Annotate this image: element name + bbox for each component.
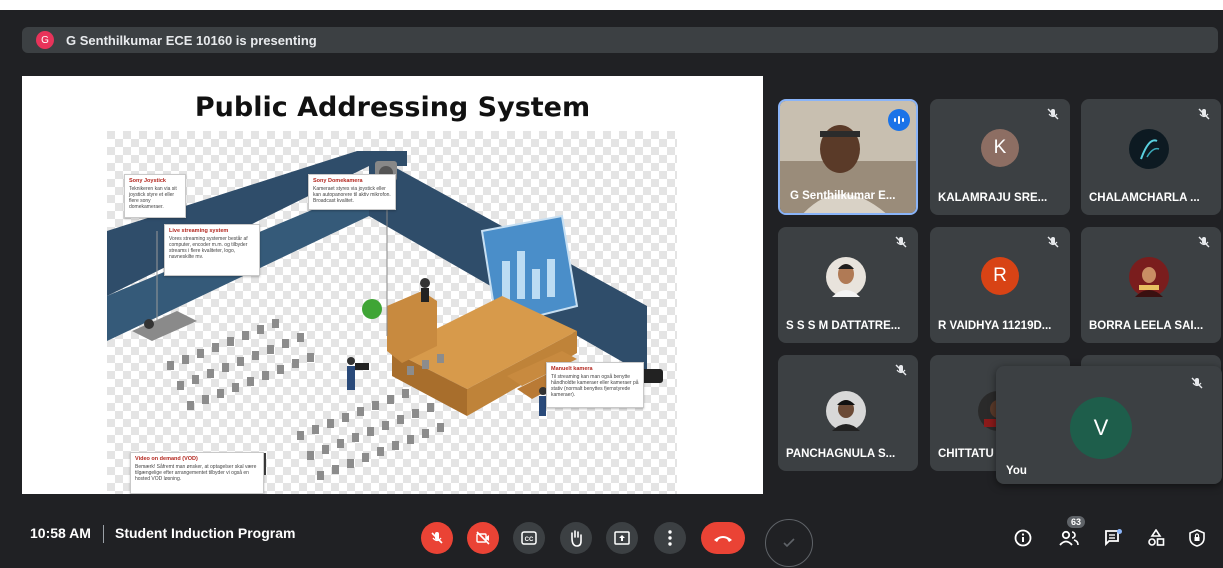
slide-title: Public Addressing System xyxy=(194,92,591,123)
participant-name: CHALAMCHARLA ... xyxy=(1089,192,1200,204)
mic-off-icon xyxy=(1198,108,1210,120)
participant-tile-dattatre[interactable]: S S S M DATTATRE... xyxy=(778,227,918,343)
mic-off-icon xyxy=(1047,108,1059,120)
reactions-button[interactable] xyxy=(765,519,813,567)
more-options-button[interactable] xyxy=(654,522,686,554)
participant-name: BORRA LEELA SAI... xyxy=(1089,320,1204,332)
participant-name: PANCHAGNULA S... xyxy=(786,448,896,460)
participant-name: R VAIDHYA 11219D... xyxy=(938,320,1052,332)
mic-off-icon xyxy=(1198,236,1210,248)
participant-avatar-photo xyxy=(826,257,866,297)
chat-icon xyxy=(1105,529,1122,547)
participant-avatar-photo xyxy=(1129,257,1169,297)
callout-sony-domekamera: Sony Domekamera Kameraet styres via joys… xyxy=(308,174,396,210)
people-button[interactable]: 63 xyxy=(1056,516,1086,551)
captions-icon: CC xyxy=(521,531,537,545)
self-avatar: V xyxy=(1070,397,1132,459)
divider xyxy=(103,525,104,543)
callout-manuelt-kamera: Manuelt kamera Til streaming kan man ogs… xyxy=(546,362,644,408)
host-controls-button[interactable] xyxy=(1184,525,1210,551)
present-icon xyxy=(614,531,630,545)
camera-off-icon xyxy=(476,531,490,545)
participant-avatar-photo xyxy=(826,391,866,431)
shared-slide: Public Addressing System Sony Joystick T… xyxy=(22,76,763,494)
camera-toggle-button[interactable] xyxy=(467,522,499,554)
callout-sony-joystick: Sony Joystick Teknikeren kan via sit joy… xyxy=(124,174,186,218)
mic-off-icon xyxy=(1191,377,1203,389)
callout-live-streaming: Live streaming system Vores streaming sy… xyxy=(164,224,260,276)
participant-tile-borra[interactable]: BORRA LEELA SAI... xyxy=(1081,227,1221,343)
participant-name: G Senthilkumar E... xyxy=(790,190,896,202)
participant-name: KALAMRAJU SRE... xyxy=(938,192,1048,204)
participant-tile-presenter[interactable]: G Senthilkumar E... xyxy=(778,99,918,215)
clock-time: 10:58 AM xyxy=(30,525,91,541)
participant-avatar: K xyxy=(981,129,1019,167)
svg-text:CC: CC xyxy=(525,537,534,543)
presenting-banner: G G Senthilkumar ECE 10160 is presenting xyxy=(22,27,1218,53)
check-icon xyxy=(783,538,795,548)
self-view-tile[interactable]: V You xyxy=(996,366,1222,484)
raise-hand-button[interactable] xyxy=(560,522,592,554)
participant-tile-kalamraju[interactable]: K KALAMRAJU SRE... xyxy=(930,99,1070,215)
people-icon xyxy=(1059,530,1079,546)
shield-lock-icon xyxy=(1189,529,1205,547)
speaking-indicator-icon xyxy=(888,109,910,131)
participant-tile-vaidhya[interactable]: R R VAIDHYA 11219D... xyxy=(930,227,1070,343)
presenter-avatar: G xyxy=(36,31,54,49)
callout-video-on-demand: Video on demand (VOD) Bemærk! Såfremt ma… xyxy=(130,452,264,494)
bottom-toolbar: 10:58 AM Student Induction Program CC 63 xyxy=(0,499,1223,568)
participant-tile-panchagnula[interactable]: PANCHAGNULA S... xyxy=(778,355,918,471)
hand-icon xyxy=(571,530,582,547)
participant-avatar: R xyxy=(981,257,1019,295)
participant-tile-chalamcharla[interactable]: CHALAMCHARLA ... xyxy=(1081,99,1221,215)
mic-off-icon xyxy=(431,532,443,544)
meet-window: G G Senthilkumar ECE 10160 is presenting… xyxy=(0,10,1223,568)
participant-avatar-photo xyxy=(1129,129,1169,169)
participant-count-badge: 63 xyxy=(1067,516,1086,528)
leave-call-button[interactable] xyxy=(701,522,745,554)
participant-name: S S S M DATTATRE... xyxy=(786,320,901,332)
activities-button[interactable] xyxy=(1143,525,1169,551)
mic-off-icon xyxy=(895,236,907,248)
chat-button[interactable] xyxy=(1100,525,1126,551)
mic-off-icon xyxy=(895,364,907,376)
more-vert-icon xyxy=(668,530,672,546)
end-call-icon xyxy=(714,536,732,542)
self-label: You xyxy=(1006,465,1027,477)
activities-icon xyxy=(1148,529,1165,546)
mic-toggle-button[interactable] xyxy=(421,522,453,554)
meeting-name: Student Induction Program xyxy=(115,525,296,541)
captions-button[interactable]: CC xyxy=(513,522,545,554)
meeting-details-button[interactable] xyxy=(1010,525,1036,551)
info-icon xyxy=(1014,529,1032,547)
present-screen-button[interactable] xyxy=(606,522,638,554)
participant-name: CHITTATU xyxy=(938,448,994,460)
presenting-text: G Senthilkumar ECE 10160 is presenting xyxy=(66,32,317,48)
mic-off-icon xyxy=(1047,236,1059,248)
